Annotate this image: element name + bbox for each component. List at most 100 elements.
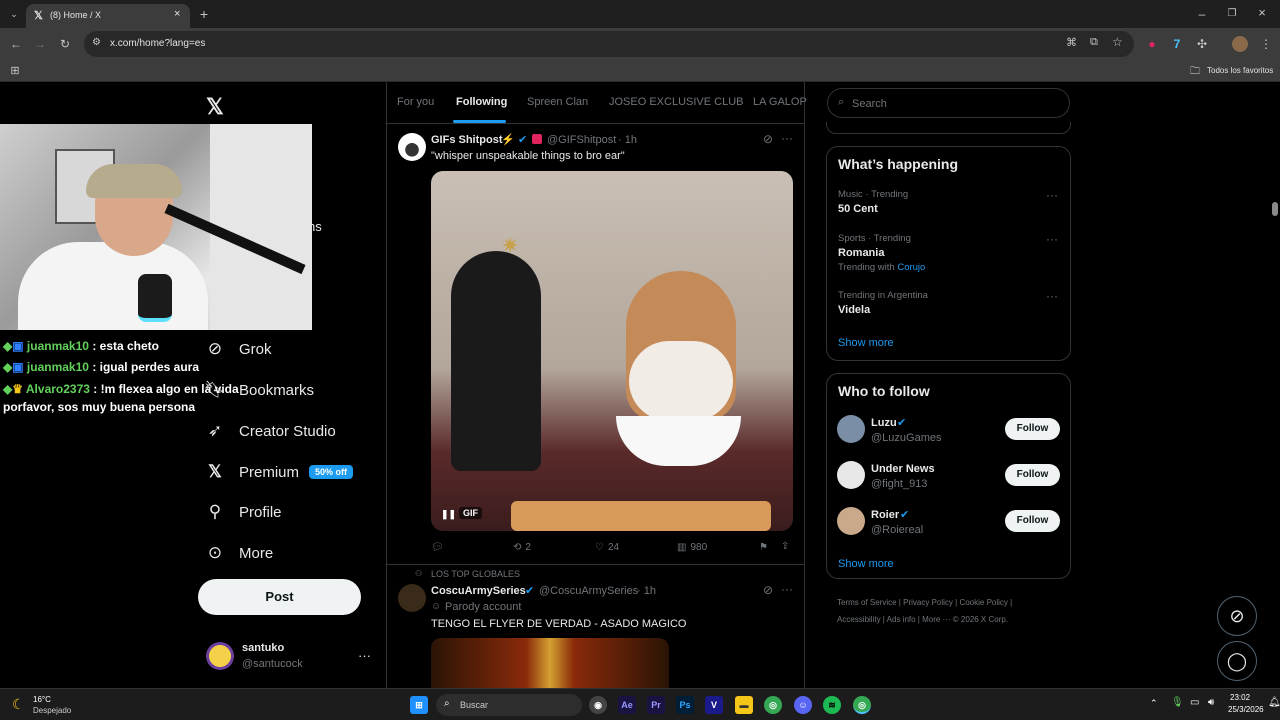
tweet-handle[interactable]: @CoscuArmySeries: [539, 585, 638, 597]
share-button[interactable]: ⇪: [781, 541, 789, 552]
window-close-icon[interactable]: ×: [1254, 5, 1270, 21]
messages-float-button[interactable]: ◯: [1217, 641, 1257, 681]
trend-more-icon[interactable]: ···: [1046, 232, 1058, 246]
post-button[interactable]: Post: [198, 579, 361, 615]
weather-desc[interactable]: Despejado: [33, 706, 71, 715]
follow-button[interactable]: Follow: [1005, 510, 1060, 532]
search-box[interactable]: ⌕ Search: [827, 88, 1070, 118]
tweet-time[interactable]: · 1h: [618, 134, 637, 146]
volume-icon[interactable]: 🔊︎: [1208, 697, 1214, 708]
like-button[interactable]: ♡ 24: [595, 542, 619, 553]
spotify-icon[interactable]: ≋: [823, 696, 841, 714]
suggestion-name[interactable]: Luzu: [871, 417, 897, 429]
nav-profile[interactable]: ⚲ Profile: [205, 498, 282, 526]
avatar[interactable]: [837, 415, 865, 443]
tweet-handle[interactable]: @GIFShitpost: [547, 134, 616, 146]
taskbar-search[interactable]: ⌕ Buscar: [436, 694, 582, 716]
after-effects-icon[interactable]: Ae: [618, 696, 636, 714]
tweet-more-icon[interactable]: ···: [781, 131, 793, 145]
extensions-puzzle-icon[interactable]: ✣: [1194, 36, 1210, 52]
suggestion-handle[interactable]: @Roiereal: [871, 524, 923, 536]
suggestion-handle[interactable]: @LuzuGames: [871, 432, 941, 444]
suggestion-handle[interactable]: @fight_913: [871, 478, 927, 490]
forward-icon[interactable]: →: [32, 36, 48, 52]
address-bar[interactable]: ⚙ x.com/home?lang=es ⌘ ⧉ ☆: [84, 31, 1134, 57]
show-more-follow-link[interactable]: Show more: [838, 558, 894, 570]
network-icon[interactable]: ▭: [1190, 697, 1199, 708]
footer-link[interactable]: Terms of Service: [837, 598, 897, 607]
avatar[interactable]: [398, 584, 426, 612]
weather-temp[interactable]: 16°C: [33, 695, 51, 704]
trend-name[interactable]: Romania: [838, 247, 884, 259]
chrome-active-icon[interactable]: ◎: [853, 696, 871, 714]
minimize-icon[interactable]: –: [1194, 6, 1210, 22]
nav-grok[interactable]: ⊘ Grok: [205, 335, 272, 363]
grok-actions-icon[interactable]: ⊘: [763, 583, 773, 597]
mic-tray-icon[interactable]: 🎙︎: [1171, 697, 1184, 708]
notifications-icon[interactable]: 🔔︎: [1268, 697, 1280, 708]
new-tab-icon[interactable]: +: [196, 6, 212, 22]
file-explorer-icon[interactable]: ▬: [735, 696, 753, 714]
tab-la-galop[interactable]: LA GALOP: [753, 96, 807, 108]
footer-link[interactable]: Cookie Policy: [959, 598, 1007, 607]
suggestion-name[interactable]: Under News: [871, 463, 935, 475]
nav-creator-studio[interactable]: ➶ Creator Studio: [205, 417, 336, 445]
nav-more[interactable]: ⊙ More: [205, 539, 273, 567]
tray-overflow-icon[interactable]: ⌃: [1150, 698, 1158, 709]
reload-icon[interactable]: ↻: [57, 36, 73, 52]
tab-following[interactable]: Following: [456, 96, 507, 108]
trend-more-icon[interactable]: ···: [1046, 289, 1058, 303]
footer-link[interactable]: Accessibility: [837, 615, 881, 624]
repost-button[interactable]: ⟲ 2: [513, 542, 531, 553]
reply-button[interactable]: 💬︎: [431, 542, 444, 553]
follow-button[interactable]: Follow: [1005, 464, 1060, 486]
windows-start-icon[interactable]: ⊞: [410, 696, 428, 714]
grok-actions-icon[interactable]: ⊘: [763, 132, 773, 146]
tab-search-chevron-icon[interactable]: ⌄: [6, 6, 22, 22]
obs-icon[interactable]: ◉: [589, 696, 607, 714]
pause-icon[interactable]: ❚❚: [441, 509, 456, 520]
footer-link[interactable]: Ads info: [887, 615, 916, 624]
suggestion-name[interactable]: Roier: [871, 509, 899, 521]
premiere-icon[interactable]: Pr: [647, 696, 665, 714]
social-context[interactable]: LOS TOP GLOBALES: [431, 569, 520, 579]
footer-link[interactable]: More ···: [922, 615, 950, 624]
tweet-more-icon[interactable]: ···: [781, 582, 793, 596]
translate-icon[interactable]: ⌘: [1066, 36, 1077, 49]
browser-profile-avatar[interactable]: [1232, 36, 1248, 52]
discord-icon[interactable]: ☺: [794, 696, 812, 714]
trend-name[interactable]: Videla: [838, 304, 870, 316]
browser-menu-icon[interactable]: ⋮: [1258, 36, 1274, 52]
tweet-author-name[interactable]: CoscuArmySeries: [431, 585, 526, 597]
tweet[interactable]: ⚇ LOS TOP GLOBALES CoscuArmySeries ✔ @Co…: [387, 566, 805, 688]
extension-blue-icon[interactable]: 7: [1169, 36, 1185, 52]
photoshop-icon[interactable]: Ps: [676, 696, 694, 714]
views-button[interactable]: ▥ 980: [677, 542, 707, 553]
trend-name[interactable]: 50 Cent: [838, 203, 878, 215]
nav-premium[interactable]: 𝕏 Premium 50% off: [205, 458, 354, 486]
tweet-flyer-image[interactable]: [431, 638, 669, 688]
search-input[interactable]: Search: [852, 98, 887, 110]
browser-tab[interactable]: 𝕏 (8) Home / X ×: [26, 4, 190, 28]
tweet-author-name[interactable]: GIFs Shitpost: [431, 134, 503, 146]
extension-red-icon[interactable]: ●: [1144, 36, 1160, 52]
tab-spreen-clan[interactable]: Spreen Clan: [527, 96, 588, 108]
clock-time[interactable]: 23:02: [1230, 693, 1250, 702]
account-switcher[interactable]: santuko @santucock ···: [198, 636, 373, 680]
trend-more-icon[interactable]: ···: [1046, 188, 1058, 202]
install-app-icon[interactable]: ⧉: [1090, 36, 1098, 49]
avatar[interactable]: [398, 133, 426, 161]
tab-joseo-exclusive-club[interactable]: JOSEO EXCLUSIVE CLUB: [609, 96, 744, 108]
bookmark-button[interactable]: ⚑: [759, 542, 768, 553]
vegas-icon[interactable]: V: [705, 696, 723, 714]
x-logo-icon[interactable]: 𝕏: [206, 94, 224, 120]
grok-float-button[interactable]: ⊘: [1217, 596, 1257, 636]
bookmark-star-icon[interactable]: ☆: [1112, 35, 1123, 49]
all-bookmarks-link[interactable]: Todos los favoritos: [1207, 66, 1273, 75]
back-icon[interactable]: ←: [8, 36, 24, 52]
follow-button[interactable]: Follow: [1005, 418, 1060, 440]
nav-bookmarks[interactable]: 🔖︎ Bookmarks: [204, 376, 314, 404]
site-info-icon[interactable]: ⚙: [92, 37, 101, 48]
chrome-icon[interactable]: ◎: [764, 696, 782, 714]
tab-close-icon[interactable]: ×: [174, 8, 180, 20]
